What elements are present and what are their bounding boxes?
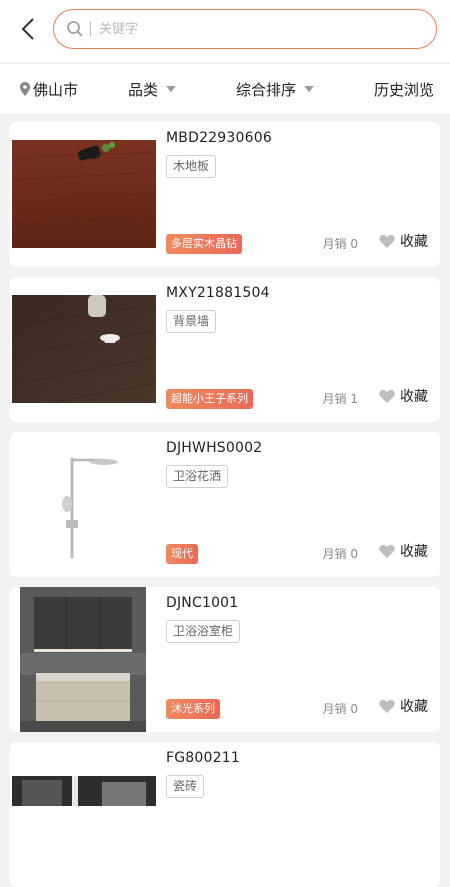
category-tag: 卫浴花洒 [166, 465, 229, 488]
series-tag: 沐光系列 [166, 699, 220, 719]
search-input[interactable] [97, 20, 436, 38]
city-label: 佛山市 [33, 80, 79, 99]
product-code: DJNC1001 [166, 595, 239, 611]
favorite-button[interactable]: 收藏 [379, 696, 428, 716]
back-button[interactable] [14, 16, 42, 46]
favorite-label: 收藏 [400, 699, 428, 715]
monthly-sales: 月销 0 [322, 237, 358, 251]
city-filter[interactable]: 佛山市 [20, 64, 78, 114]
product-code: DJHWHS0002 [166, 440, 263, 456]
heart-icon [379, 234, 395, 248]
series-tag: 现代 [166, 544, 198, 564]
favorite-label: 收藏 [400, 544, 428, 560]
product-card[interactable]: DJHWHS0002 卫浴花洒 现代 月销 0 收藏 [10, 432, 440, 577]
product-card[interactable]: MBD22930606 木地板 多层实木晶钻 月销 0 收藏 [10, 122, 440, 267]
history-label: 历史浏览 [374, 80, 435, 99]
product-card[interactable]: FG800211 瓷砖 [10, 742, 440, 887]
favorite-button[interactable]: 收藏 [379, 231, 428, 251]
category-tag: 木地板 [166, 155, 217, 178]
top-bar [0, 0, 450, 62]
product-code: MBD22930606 [166, 130, 272, 146]
sort-filter-label: 综合排序 [236, 80, 297, 99]
heart-icon [379, 699, 395, 713]
favorite-button[interactable]: 收藏 [379, 541, 428, 561]
sort-filter[interactable]: 综合排序 [236, 64, 315, 114]
heart-icon [379, 544, 395, 558]
product-image [12, 140, 156, 248]
series-tag: 超能小王子系列 [166, 389, 253, 409]
monthly-sales: 月销 1 [322, 392, 358, 406]
product-card[interactable]: DJNC1001 卫浴浴室柜 沐光系列 月销 0 收藏 [10, 587, 440, 732]
product-image [20, 587, 146, 732]
chevron-left-icon [21, 17, 35, 45]
monthly-sales: 月销 0 [322, 702, 358, 716]
category-filter-label: 品类 [128, 80, 159, 99]
category-tag: 瓷砖 [166, 775, 205, 798]
search-icon [66, 20, 84, 38]
category-tag: 背景墙 [166, 310, 217, 333]
filter-bar: 佛山市 品类 综合排序 历史浏览 [0, 63, 450, 114]
category-filter[interactable]: 品类 [128, 64, 177, 114]
favorite-button[interactable]: 收藏 [379, 386, 428, 406]
product-image [12, 776, 156, 806]
category-tag: 卫浴浴室柜 [166, 620, 241, 643]
location-pin-icon [20, 82, 30, 96]
favorite-label: 收藏 [400, 234, 428, 250]
product-code: MXY21881504 [166, 285, 270, 301]
product-card[interactable]: MXY21881504 背景墙 超能小王子系列 月销 1 收藏 [10, 277, 440, 422]
product-code: FG800211 [166, 750, 240, 766]
monthly-sales: 月销 0 [322, 547, 358, 561]
heart-icon [379, 389, 395, 403]
favorite-label: 收藏 [400, 389, 428, 405]
product-image [12, 450, 156, 558]
product-image [12, 295, 156, 403]
search-box[interactable] [53, 9, 437, 49]
history-link[interactable]: 历史浏览 [374, 64, 434, 114]
caret-down-icon [304, 86, 315, 92]
text-cursor [90, 22, 91, 36]
caret-down-icon [166, 86, 177, 92]
series-tag: 多层实木晶钻 [166, 234, 242, 254]
